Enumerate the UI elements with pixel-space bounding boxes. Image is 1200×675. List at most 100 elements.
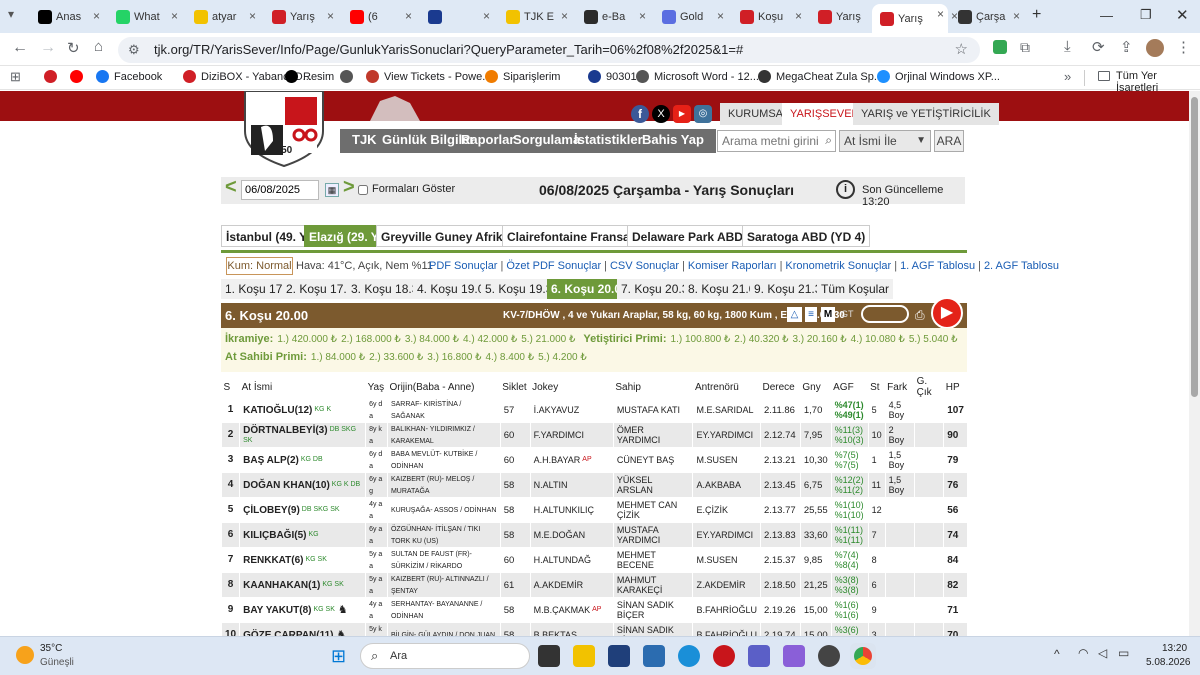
search-button[interactable]: ARA [934,130,964,152]
instagram-icon[interactable]: ◎ [694,105,712,123]
result-link[interactable]: 1. AGF Tablosu [900,260,975,272]
browser-tab[interactable]: Yarış × [264,6,338,28]
close-tab-icon[interactable]: × [405,9,412,23]
horse-name[interactable]: KILIÇBAĞI(5) [243,530,306,541]
forward-icon[interactable]: → [40,39,56,57]
horse-name[interactable]: DOĞAN KHAN(10) [243,480,330,491]
new-tab-button[interactable]: + [1032,6,1041,24]
scrollbar-thumb[interactable] [1191,97,1198,397]
jockey-name[interactable]: F.YARDIMCI [534,430,584,440]
horse-name[interactable]: DÖRTNALBEYİ(3) [243,425,327,436]
column-header[interactable]: Derece [760,376,800,398]
browser-tab[interactable]: × [420,6,494,28]
bookmark-item[interactable]: Resim [285,70,334,83]
race-tab[interactable]: Tüm Koşular [817,279,894,299]
horse-name[interactable]: BAY YAKUT(8) [243,605,311,616]
bookmark-item[interactable]: 903010 [588,70,643,83]
column-header[interactable]: G. Çık [915,376,944,398]
battery-icon[interactable]: ▭ [1118,646,1129,660]
chart-icon[interactable]: △ [787,307,802,322]
page-scrollbar[interactable] [1189,91,1200,636]
close-tab-icon[interactable]: × [249,9,256,23]
shield-extension-icon[interactable] [993,40,1007,54]
apps-grid-icon[interactable]: ⊞ [10,69,21,85]
bookmark-item[interactable]: MegaCheat Zula Sp... [758,70,883,83]
table-row[interactable]: 3 BAŞ ALP(2) KG DB 6y d a BABA MEVLÜT- KUTBİ… [220,447,967,473]
browser-tab[interactable]: Çarşa × [950,6,1024,28]
maximize-button[interactable]: ❐ [1140,7,1152,23]
menu-item[interactable]: Bahis Yap [642,132,704,147]
close-window-button[interactable]: ✕ [1176,6,1189,24]
search-icon[interactable]: ⌕ [825,133,832,148]
site-info-icon[interactable]: ⚙ [128,37,140,63]
jockey-name[interactable]: M.E.DOĞAN [534,530,586,540]
horse-name[interactable]: RENKKAT(6) [243,555,303,566]
table-row[interactable]: 10GÖZE ÇARPAN(11)♞5y k k BİLGİN- GÜLAYDIN… [220,622,967,636]
column-header[interactable]: Gny [800,376,831,398]
bookmark-overflow[interactable]: » [1064,69,1071,84]
sun-weather-icon[interactable] [16,646,34,664]
download-icon[interactable]: ⤓ [1064,38,1071,55]
bookmark-item[interactable] [340,70,358,83]
table-row[interactable]: 4 DOĞAN KHAN(10) KG K DB 6y a g KAIZBERT (RU… [220,472,967,498]
close-tab-icon[interactable]: × [93,9,100,23]
chevron-up-icon[interactable]: ^ [1054,647,1060,661]
teams-icon[interactable] [748,645,770,667]
jockey-name[interactable]: M.B.ÇAKMAK [534,605,591,615]
result-link[interactable]: PDF Sonuçlar [429,260,497,272]
browser-tab[interactable]: What × [108,6,182,28]
calendar-icon[interactable]: ▦ [325,183,339,197]
close-tab-icon[interactable]: × [639,9,646,23]
recorder-icon[interactable] [713,645,735,667]
menu-item[interactable]: Sorgulama [513,132,580,147]
table-row[interactable]: 1 KATIOĞLU(12) KG K 6y d a SARRAF- KIRİSTİNA… [220,398,967,423]
bookmark-item[interactable] [70,70,88,83]
jockey-name[interactable]: N.ALTIN [534,480,568,490]
column-header[interactable]: Siklet [500,376,530,398]
chrome-taskbar-bg[interactable] [850,643,876,669]
url-bar[interactable]: ⚙ tjk.org/TR/YarisSever/Info/Page/Gunluk… [118,37,980,63]
x-logo-icon[interactable]: X [652,105,670,123]
column-header[interactable]: St [868,376,885,398]
table-row[interactable]: 8 KAANHAKAN(1) KG SK 5y a a KAIZBERT (RU)- A… [220,572,967,598]
youtube-icon[interactable]: ▶ [673,105,691,123]
browser-tab[interactable]: Yarış × [872,4,948,33]
bookmark-item[interactable]: Siparişlerim [485,70,560,83]
file-explorer-icon[interactable] [573,645,595,667]
horse-name[interactable]: KAANHAKAN(1) [243,580,320,591]
app-b-icon[interactable] [608,645,630,667]
volume-icon[interactable]: ◁ [1098,646,1107,660]
profile-avatar[interactable] [1146,39,1164,57]
table-row[interactable]: 7 RENKKAT(6) KG SK 5y a a SULTAN DE FAUST (F… [220,547,967,573]
result-link[interactable]: Özet PDF Sonuçlar [506,260,601,272]
jockey-name[interactable]: A.AKDEMİR [534,580,584,590]
result-link[interactable]: CSV Sonuçlar [610,260,679,272]
search-type-select[interactable]: At İsmi İle ▼ [839,130,931,152]
column-header[interactable]: Orijin(Baba - Anne) [387,376,500,398]
close-tab-icon[interactable]: × [171,9,178,23]
share-icon[interactable]: ⇪ [1120,38,1133,56]
browser-tab[interactable]: Koşu × [732,6,806,28]
facebook-icon[interactable]: f [631,105,649,123]
taskbar-search[interactable]: ⌕ Ara [360,643,530,669]
play-video-icon[interactable]: ▶ [931,297,963,329]
jockey-name[interactable]: A.H.BAYAR [534,455,581,465]
document-icon[interactable]: ≡ [805,307,817,322]
close-tab-icon[interactable]: × [937,7,944,21]
column-header[interactable]: S [222,376,240,398]
column-header[interactable]: HP [944,376,967,398]
column-header[interactable]: AGF [831,376,868,398]
menu-item[interactable]: Raporlar [461,132,514,147]
show-forms-checkbox[interactable] [358,185,368,195]
toggle-icon[interactable] [861,305,909,323]
bookmark-item[interactable] [44,70,62,83]
home-icon[interactable]: ⌂ [94,38,103,55]
weather-temp[interactable]: 35°C [40,643,62,654]
horse-name[interactable]: ÇİLOBEY(9) [243,505,300,516]
bookmark-item[interactable]: Orjinal Windows XP... [877,70,1000,83]
print-icon[interactable]: ⎙ [915,308,925,323]
result-link[interactable]: Kronometrik Sonuçlar [785,260,891,272]
column-header[interactable]: Sahip [613,376,693,398]
extensions-icon[interactable]: ⧉ [1020,39,1030,56]
table-row[interactable]: 9 BAY YAKUT(8) KG SK ♞ 4y a a SERHANTAY- BAYA… [220,597,967,623]
